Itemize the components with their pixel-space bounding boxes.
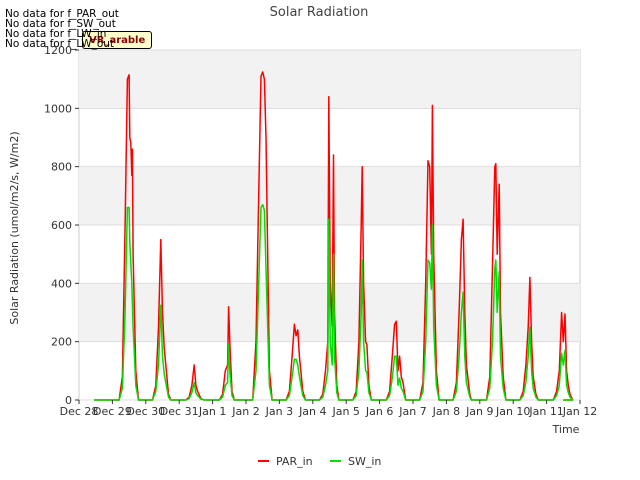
x-tick-label: Jan 5: [331, 405, 359, 418]
x-tick-label: Jan 12: [562, 405, 597, 418]
x-tick-label: Jan 2: [231, 405, 259, 418]
x-axis-label: Time: [552, 423, 580, 436]
x-tick-label: Jan 9: [465, 405, 493, 418]
x-tick-label: Jan 1: [198, 405, 226, 418]
y-tick-label: 600: [51, 219, 72, 232]
x-tick-label: Dec 31: [160, 405, 199, 418]
x-tick-label: Jan 3: [265, 405, 293, 418]
legend-label: PAR_in: [276, 455, 313, 468]
y-tick-label: 800: [51, 161, 72, 174]
y-tick-label: 1000: [44, 102, 72, 115]
x-tick-label: Jan 7: [398, 405, 426, 418]
x-tick-label: Jan 11: [528, 405, 563, 418]
legend-label: SW_in: [348, 455, 381, 468]
y-tick-label: 400: [51, 277, 72, 290]
y-axis-ticks: 020040060080010001200: [44, 44, 79, 407]
solar-radiation-chart: 020040060080010001200 Dec 28Dec 29Dec 30…: [8, 5, 597, 468]
x-axis-ticks: Dec 28Dec 29Dec 30Dec 31 Jan 1 Jan 2 Jan 3J…: [60, 400, 597, 418]
chart-title: Solar Radiation: [270, 5, 369, 20]
x-tick-label: Jan 4: [298, 405, 326, 418]
x-tick-label: Jan 10: [495, 405, 530, 418]
x-tick-label: Jan 6: [365, 405, 393, 418]
x-tick-label: Jan 8: [432, 405, 460, 418]
legend: PAR_in SW_in: [258, 455, 381, 468]
y-axis-label: Solar Radiation (umol/m2/s, W/m2): [8, 131, 21, 324]
y-tick-label: 200: [51, 336, 72, 349]
y-tick-label: 1200: [44, 44, 72, 57]
